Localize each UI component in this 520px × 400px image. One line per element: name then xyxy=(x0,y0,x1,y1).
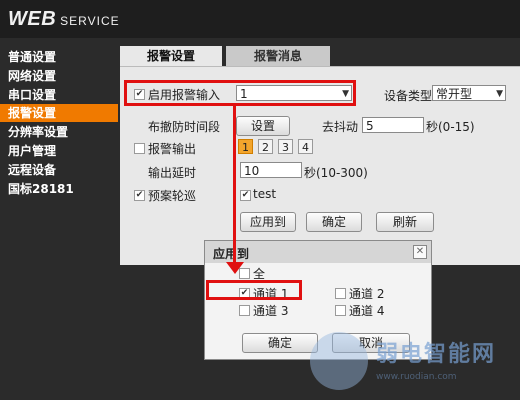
preset-tour-label: 预案轮巡 xyxy=(148,189,197,203)
sidebar-item-users[interactable]: 用户管理 xyxy=(0,142,118,160)
sidebar: 普通设置 网络设置 串口设置 报警设置 分辨率设置 用户管理 远程设备 国标28… xyxy=(0,38,120,400)
select-all-label: 全 xyxy=(253,267,266,281)
tab-alarm-messages[interactable]: 报警消息 xyxy=(226,46,330,67)
alarm-input-select-value: 1 xyxy=(240,87,248,101)
channel-3-checkbox[interactable] xyxy=(239,305,250,316)
debounce-unit: 秒(0-15) xyxy=(426,120,475,134)
output-delay-input[interactable]: 10 xyxy=(240,162,302,178)
test-label: test xyxy=(253,187,277,201)
dialog-header: 应用到 ✕ xyxy=(205,241,431,263)
chevron-down-icon: ▼ xyxy=(496,89,503,99)
refresh-button[interactable]: 刷新 xyxy=(376,212,434,232)
tab-alarm-settings[interactable]: 报警设置 xyxy=(120,46,222,67)
enable-input-checkbox[interactable]: ✔ xyxy=(134,89,145,100)
brand-logo: WEB SERVICE xyxy=(8,8,120,31)
debounce-input[interactable]: 5 xyxy=(362,117,424,133)
sidebar-item-resolution[interactable]: 分辨率设置 xyxy=(0,123,118,141)
channel-1-checkbox[interactable]: ✔ xyxy=(239,288,250,299)
channel-2-checkbox[interactable] xyxy=(335,288,346,299)
channel-3-label: 通道 3 xyxy=(253,304,289,318)
brand-service: SERVICE xyxy=(60,14,120,28)
top-bar: WEB SERVICE xyxy=(0,0,520,38)
device-type-select[interactable]: 常开型 ▼ xyxy=(432,85,506,101)
output-channel-2[interactable]: 2 xyxy=(258,139,273,154)
channel-4-label: 通道 4 xyxy=(349,304,385,318)
sidebar-item-remote-device[interactable]: 远程设备 xyxy=(0,161,118,179)
watermark-logo-icon xyxy=(310,332,368,390)
apply-to-button[interactable]: 应用到 xyxy=(240,212,296,232)
channel-4-checkbox[interactable] xyxy=(335,305,346,316)
watermark: 弱电智能网 www.ruodian.com xyxy=(306,330,520,400)
dialog-title: 应用到 xyxy=(213,247,250,261)
channel-2-label: 通道 2 xyxy=(349,287,385,301)
preset-tour-checkbox[interactable]: ✔ xyxy=(134,190,145,201)
watermark-url: www.ruodian.com xyxy=(376,372,457,382)
alarm-input-select[interactable]: 1 ▼ xyxy=(236,85,352,101)
debounce-label: 去抖动 xyxy=(322,120,359,134)
output-delay-unit: 秒(10-300) xyxy=(304,166,368,180)
sidebar-item-general[interactable]: 普通设置 xyxy=(0,48,118,66)
ok-button[interactable]: 确定 xyxy=(306,212,362,232)
arm-period-setup-button[interactable]: 设置 xyxy=(236,116,290,136)
device-type-select-value: 常开型 xyxy=(436,87,473,101)
channel-1-label: 通道 1 xyxy=(253,287,289,301)
test-checkbox[interactable]: ✔ xyxy=(240,190,251,201)
device-type-label: 设备类型 xyxy=(384,89,433,103)
highlight-arrow-line xyxy=(233,106,236,264)
output-delay-label: 输出延时 xyxy=(148,166,197,180)
alarm-output-label: 报警输出 xyxy=(148,142,197,156)
sidebar-item-gb28181[interactable]: 国标28181 xyxy=(0,180,118,198)
sidebar-item-alarm[interactable]: 报警设置 xyxy=(0,104,118,122)
watermark-text: 弱电智能网 xyxy=(376,342,497,367)
close-icon[interactable]: ✕ xyxy=(413,245,427,259)
enable-input-label: 启用报警输入 xyxy=(148,88,221,102)
chevron-down-icon: ▼ xyxy=(342,89,349,99)
brand-web: WEB xyxy=(8,8,57,30)
arm-period-label: 布撤防时间段 xyxy=(148,120,221,134)
output-channel-4[interactable]: 4 xyxy=(298,139,313,154)
arrow-down-icon xyxy=(226,262,244,274)
output-channel-3[interactable]: 3 xyxy=(278,139,293,154)
output-channel-1[interactable]: 1 xyxy=(238,139,253,154)
sidebar-item-serial[interactable]: 串口设置 xyxy=(0,86,118,104)
alarm-output-checkbox[interactable] xyxy=(134,143,145,154)
sidebar-item-network[interactable]: 网络设置 xyxy=(0,67,118,85)
